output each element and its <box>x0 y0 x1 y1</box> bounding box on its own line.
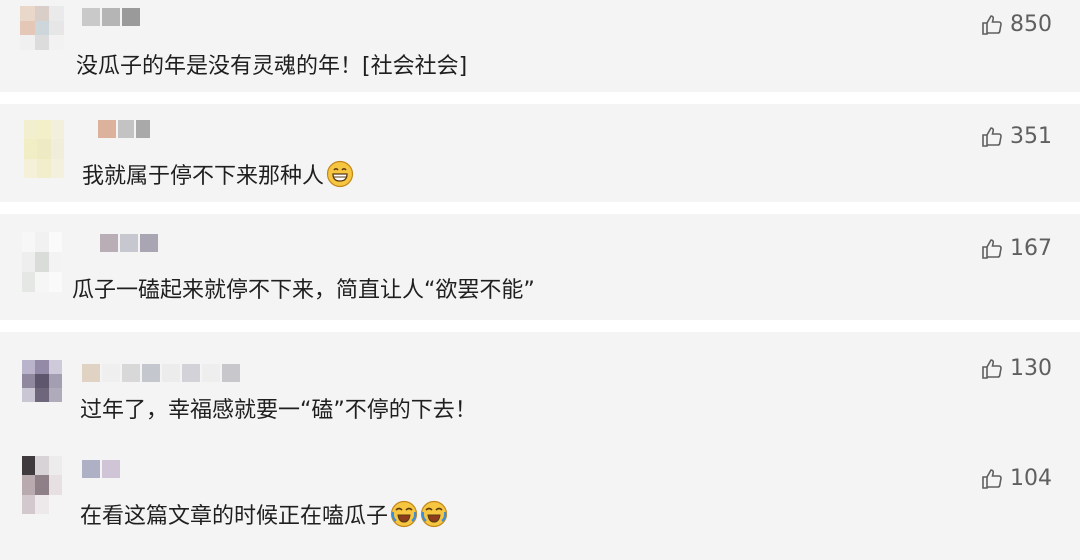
comment-text: 过年了，幸福感就要一“磕”不停的下去！ <box>80 398 477 423</box>
comment-text: 在看这篇文章的时候正在嗑瓜子 <box>80 498 448 530</box>
like-count: 850 <box>1010 12 1052 37</box>
thumbs-up-icon <box>982 238 1002 259</box>
user-name[interactable] <box>82 6 140 28</box>
like-button[interactable]: 850 <box>980 12 1052 37</box>
avatar[interactable] <box>24 120 64 178</box>
like-button[interactable]: 351 <box>980 124 1052 149</box>
thumbs-up-icon <box>982 14 1002 35</box>
comment-text: 没瓜子的年是没有灵魂的年！[社会社会] <box>76 54 468 79</box>
like-count: 351 <box>1010 124 1052 149</box>
laugh-cry-emoji-icon <box>420 500 448 528</box>
divider <box>0 320 1080 332</box>
avatar[interactable] <box>20 6 64 50</box>
like-count: 130 <box>1010 356 1052 381</box>
comment-text: 瓜子一磕起来就停不下来，简直让人“欲罢不能” <box>72 278 535 303</box>
user-name[interactable] <box>82 458 120 480</box>
like-button[interactable]: 130 <box>980 356 1052 381</box>
user-name[interactable] <box>100 232 158 254</box>
comment-card: 167 瓜子一磕起来就停不下来，简直让人“欲罢不能” <box>0 214 1080 320</box>
comment-card: 850 没瓜子的年是没有灵魂的年！[社会社会] <box>0 0 1080 92</box>
like-count: 104 <box>1010 466 1052 491</box>
comment-text: 我就属于停不下来那种人 <box>82 158 354 190</box>
divider <box>0 92 1080 104</box>
divider <box>0 202 1080 214</box>
avatar[interactable] <box>22 232 62 292</box>
comment-card: 351 我就属于停不下来那种人 <box>0 104 1080 202</box>
avatar[interactable] <box>22 360 62 402</box>
laugh-cry-emoji-icon <box>390 500 418 528</box>
user-name[interactable] <box>98 118 150 140</box>
thumbs-up-icon <box>982 468 1002 489</box>
avatar[interactable] <box>22 456 62 514</box>
thumbs-up-icon <box>982 358 1002 379</box>
like-count: 167 <box>1010 236 1052 261</box>
like-button[interactable]: 104 <box>980 466 1052 491</box>
thumbs-up-icon <box>982 126 1002 147</box>
like-button[interactable]: 167 <box>980 236 1052 261</box>
user-name[interactable] <box>82 362 240 384</box>
grin-emoji-icon <box>326 160 354 188</box>
comment-card: 130 过年了，幸福感就要一“磕”不停的下去！ 104 在看这篇文章的时候正在嗑… <box>0 332 1080 560</box>
